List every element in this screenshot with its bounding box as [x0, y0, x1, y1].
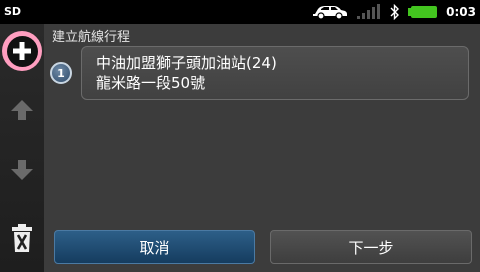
delete-stop-button[interactable]	[0, 220, 44, 260]
route-list-item[interactable]: 1 中油加盟獅子頭加油站(24) 龍米路一段50號	[44, 46, 480, 102]
next-step-button[interactable]: 下一步	[270, 230, 472, 264]
trash-icon	[10, 223, 34, 257]
stop-number-badge: 1	[50, 62, 72, 84]
stop-name: 中油加盟獅子頭加油站(24)	[96, 54, 277, 72]
route-toolbar	[0, 24, 44, 272]
stop-address: 龍米路一段50號	[96, 74, 206, 92]
page-title: 建立航線行程	[52, 30, 131, 45]
route-stop-card[interactable]: 中油加盟獅子頭加油站(24) 龍米路一段50號	[81, 46, 469, 100]
route-planner-panel: 建立航線行程 1 中油加盟獅子頭加油站(24) 龍米路一段50號 取消 下一步	[44, 24, 480, 272]
arrow-up-icon	[10, 99, 34, 125]
add-stop-button[interactable]	[0, 26, 44, 76]
sd-card-indicator: SD	[4, 5, 22, 18]
arrow-down-icon	[10, 159, 34, 185]
move-down-button[interactable]	[0, 152, 44, 192]
move-up-button[interactable]	[0, 92, 44, 132]
add-icon	[6, 35, 38, 67]
highlight-ring	[2, 31, 42, 71]
signal-icon	[356, 4, 382, 20]
car-icon	[312, 4, 348, 20]
clock: 0:03	[446, 5, 476, 19]
cancel-button[interactable]: 取消	[54, 230, 255, 264]
status-icons: 0:03	[312, 2, 476, 22]
status-bar: SD 0:03	[0, 0, 480, 24]
bluetooth-icon	[390, 4, 400, 20]
battery-icon	[408, 5, 438, 19]
